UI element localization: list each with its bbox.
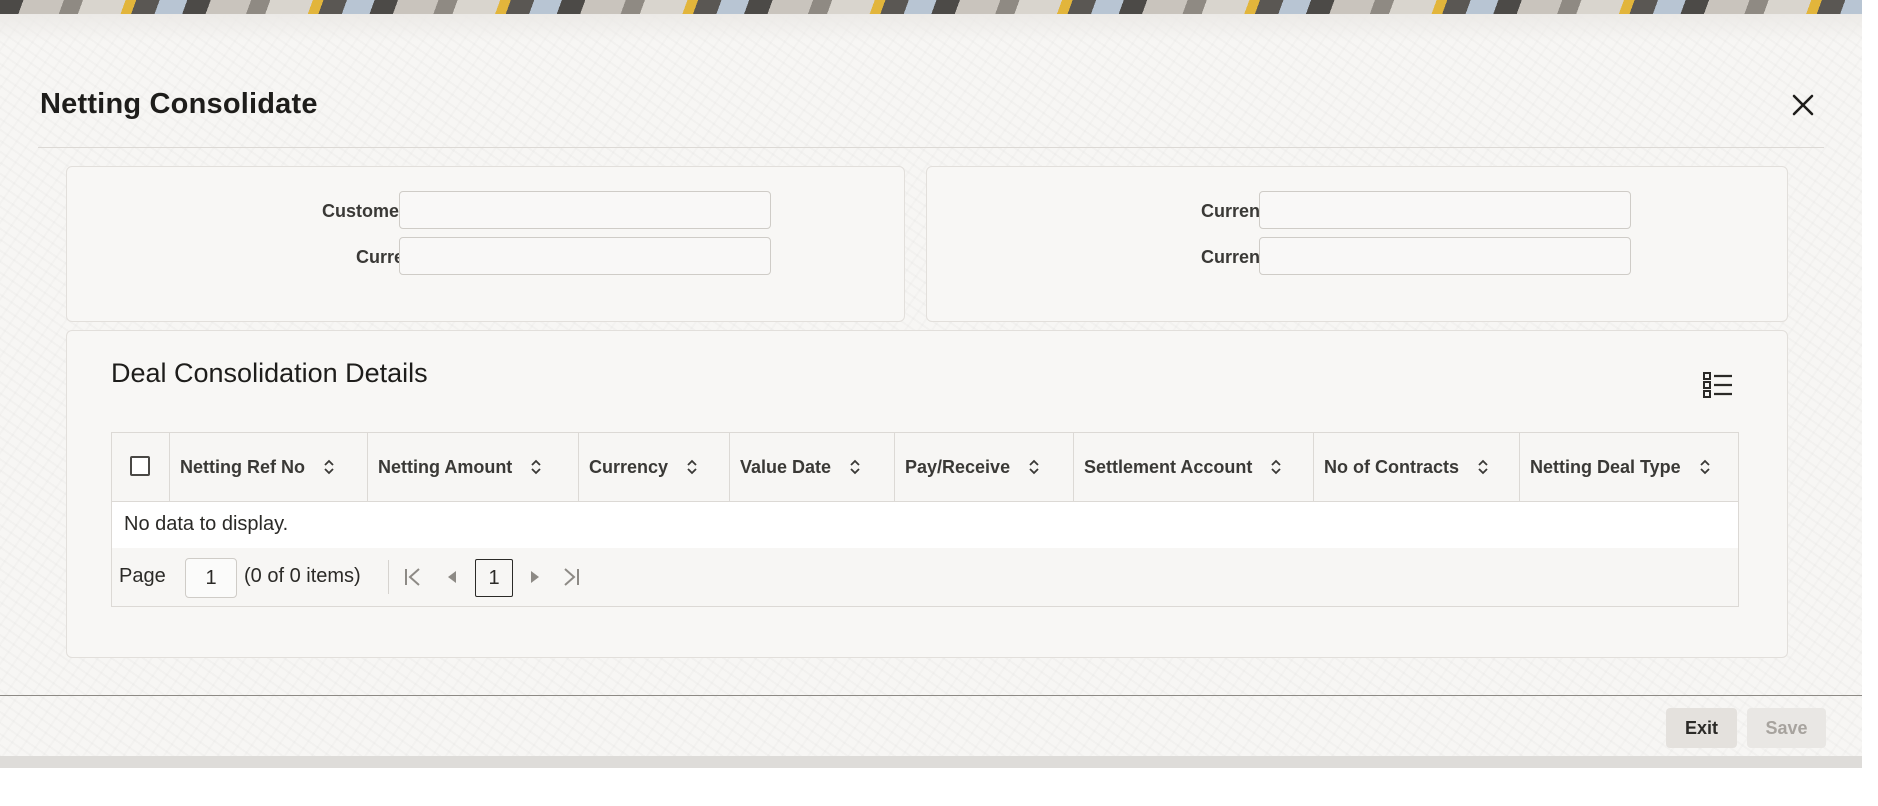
sort-updown-icon	[1478, 459, 1488, 475]
column-header-label: Pay/Receive	[905, 456, 1011, 477]
customer-panel: Customer No Currency	[66, 166, 905, 322]
column-header-label: Netting Deal Type	[1530, 456, 1681, 477]
column-header-label: No of Contracts	[1324, 456, 1459, 477]
current-page-button[interactable]: 1	[475, 559, 513, 597]
last-page-button[interactable]	[558, 562, 584, 592]
close-icon	[1792, 94, 1814, 116]
page-label: Page	[119, 565, 166, 587]
footer-divider	[0, 695, 1862, 696]
previous-page-button[interactable]	[439, 562, 465, 592]
page-number-input[interactable]	[185, 558, 237, 598]
previous-page-icon	[448, 571, 456, 583]
decorative-banner-strip	[0, 0, 1862, 14]
bottom-status-bar	[0, 756, 1862, 768]
section-title: Deal Consolidation Details	[111, 358, 428, 388]
column-header-no-of-contracts[interactable]: No of Contracts	[1314, 433, 1520, 501]
column-header-label: Netting Ref No	[180, 456, 305, 477]
column-settings-button[interactable]	[1702, 370, 1734, 400]
select-all-checkbox[interactable]	[130, 456, 150, 476]
pagination-bar: Page (0 of 0 items) 1	[112, 548, 1738, 606]
column-header-label: Currency	[589, 456, 669, 477]
save-button[interactable]: Save	[1747, 708, 1826, 748]
currency1-input[interactable]	[1259, 191, 1631, 229]
column-header-label: Settlement Account	[1084, 456, 1253, 477]
currency2-input[interactable]	[1259, 237, 1631, 275]
column-header-currency[interactable]: Currency	[579, 433, 730, 501]
sort-updown-icon	[531, 459, 541, 475]
column-header-netting-deal-type[interactable]: Netting Deal Type	[1520, 433, 1738, 501]
column-header-settlement-account[interactable]: Settlement Account	[1074, 433, 1314, 501]
deal-consolidation-table: Netting Ref No Netting Amount Currency V…	[111, 432, 1739, 607]
item-count-text: (0 of 0 items)	[244, 565, 361, 587]
sort-updown-icon	[1271, 459, 1281, 475]
sort-updown-icon	[850, 459, 860, 475]
sort-updown-icon	[687, 459, 697, 475]
close-button[interactable]	[1788, 90, 1818, 120]
next-page-icon	[531, 571, 539, 583]
first-page-button[interactable]	[400, 562, 426, 592]
customer-no-input[interactable]	[399, 191, 771, 229]
banner-shade	[0, 14, 1862, 42]
header-divider	[38, 147, 1824, 148]
column-header-pay-receive[interactable]: Pay/Receive	[895, 433, 1074, 501]
select-all-cell	[112, 433, 170, 501]
currency-pair-panel: Currency 1 Currency 2	[926, 166, 1788, 322]
currency-input[interactable]	[399, 237, 771, 275]
sort-updown-icon	[1029, 459, 1039, 475]
last-page-icon	[564, 568, 579, 586]
empty-table-message: No data to display.	[124, 513, 289, 535]
sort-updown-icon	[324, 459, 334, 475]
pager-separator	[388, 560, 389, 594]
column-header-netting-ref-no[interactable]: Netting Ref No	[170, 433, 368, 501]
column-header-label: Netting Amount	[378, 456, 513, 477]
next-page-button[interactable]	[522, 562, 548, 592]
netting-consolidate-window: Netting Consolidate Customer No Currency…	[0, 0, 1862, 768]
page-title: Netting Consolidate	[40, 88, 318, 120]
exit-button[interactable]: Exit	[1666, 708, 1737, 748]
sort-updown-icon	[1700, 459, 1710, 475]
first-page-icon	[405, 568, 420, 586]
column-header-netting-amount[interactable]: Netting Amount	[368, 433, 579, 501]
list-columns-icon	[1703, 372, 1732, 398]
table-header: Netting Ref No Netting Amount Currency V…	[112, 433, 1738, 502]
column-header-label: Value Date	[740, 456, 832, 477]
column-header-value-date[interactable]: Value Date	[730, 433, 895, 501]
